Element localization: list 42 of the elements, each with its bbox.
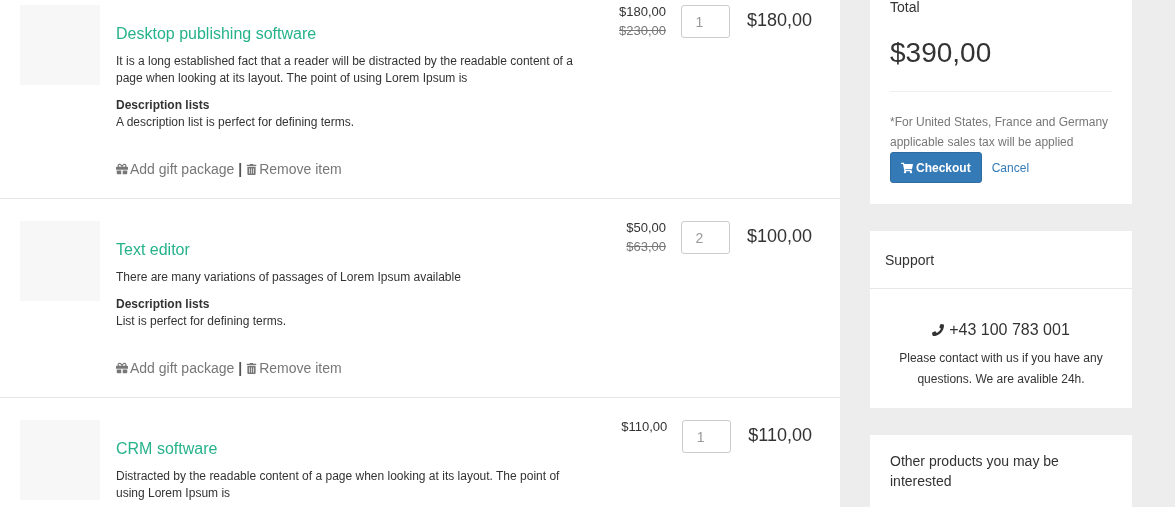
gift-icon [116,362,128,374]
product-title[interactable]: Text editor [116,239,591,261]
separator: | [238,160,243,179]
line-total: $180,00 [747,9,812,32]
product-description: There are many variations of passages of Lorem Ipsum available [116,269,462,286]
tax-note: *For United States, France and Germany applicable sales tax will be applied [890,114,1110,151]
list-heading: Description lists [116,97,211,114]
trash-icon [246,362,258,374]
old-price: $230,00 [619,22,666,40]
total-amount: $390,00 [890,36,993,70]
unit-price: $180,00 [619,3,666,21]
phone-icon [932,324,945,336]
add-gift-link[interactable]: Add gift package [116,358,235,378]
remove-item-link[interactable]: Remove item [246,358,342,378]
list-text: List is perfect for defining terms. [116,313,288,330]
other-products-title: Other products you may be interested [889,452,1060,491]
list-heading: Description lists [116,296,211,313]
add-gift-link[interactable]: Add gift package [116,159,235,179]
cancel-link[interactable]: Cancel [991,160,1030,175]
support-title: Support [870,231,1132,289]
line-total: $100,00 [747,225,812,248]
remove-item-link[interactable]: Remove item [246,159,342,179]
support-text: Please contact with us if you have any questions. We are avalible 24h. [898,350,1104,388]
phone-number: +43 100 783 001 [932,320,1070,340]
total-label: Total [890,0,921,14]
product-title[interactable]: Desktop publishing software [116,23,591,45]
checkout-button[interactable]: Checkout [890,152,982,183]
unit-price: $110,00 [621,418,668,436]
quantity-field[interactable]: 1 [681,5,730,38]
quantity-field[interactable]: 1 [682,420,732,453]
gift-icon [116,163,128,175]
line-total: $110,00 [748,424,812,447]
product-description: It is a long established fact that a reader will be distracted by the readable content of a page when looking at its layout. The point of using Lorem Ipsum is [116,53,574,87]
old-price: $63,00 [626,238,666,256]
quantity-field[interactable]: 2 [681,221,730,254]
list-text: A description list is perfect for defining terms. [116,114,356,131]
separator: | [238,359,243,378]
product-title[interactable]: CRM software [116,438,591,460]
unit-price: $50,00 [626,219,666,237]
trash-icon [246,163,258,175]
product-description: Distracted by the readable content of a page when looking at its layout. The point of using Lorem Ipsum is [116,468,561,502]
cart-icon [901,161,913,174]
